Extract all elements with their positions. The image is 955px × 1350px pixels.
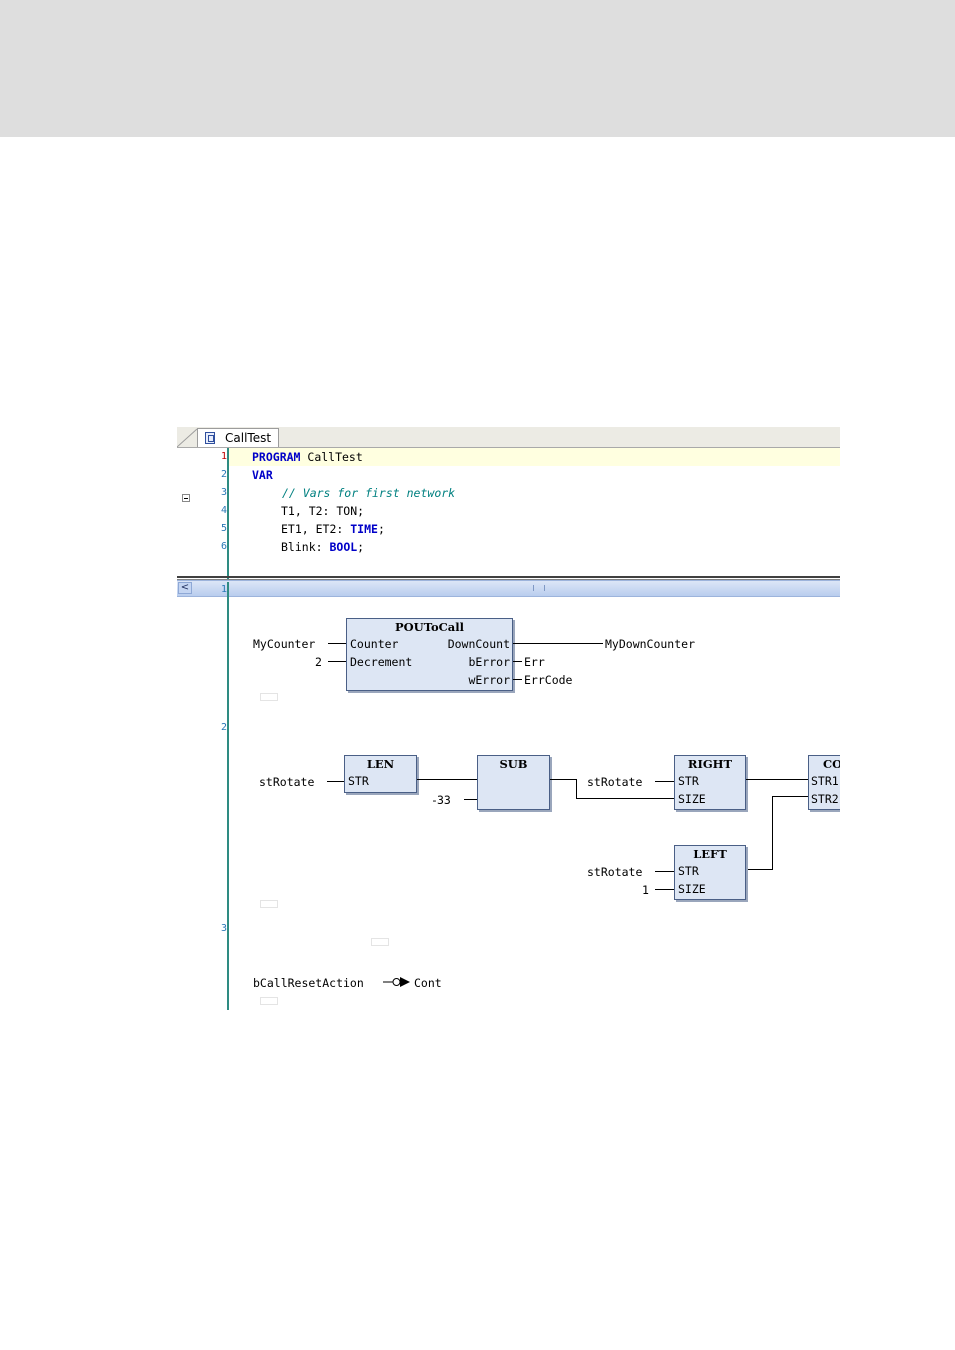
tab-strip-slope [177, 428, 198, 447]
declaration-editor[interactable]: 1 2 3 4 5 6 PROGRAM CallTest VAR // Vars… [177, 448, 840, 597]
wire [746, 779, 808, 780]
wire [464, 799, 477, 800]
code-line-6: Blink: BOOL; [281, 540, 364, 554]
pin-str[interactable]: STR [348, 774, 369, 788]
wire [655, 871, 674, 872]
input-var-strotate-left[interactable]: stRotate [587, 865, 642, 879]
line-number: 4 [220, 505, 227, 516]
pin-size[interactable]: SIZE [678, 792, 706, 806]
output-var-errcode[interactable]: ErrCode [524, 673, 572, 687]
network-number-1: 1 [220, 584, 227, 595]
wire [513, 661, 522, 662]
block-title: POUToCall [395, 620, 464, 634]
pin-downcount[interactable]: DownCount [448, 637, 510, 651]
semicolon: ; [377, 522, 385, 536]
semicolon: ; [357, 540, 365, 554]
fbd-editor[interactable]: 1 MyCounter 2 POUToCall Counter Decremen… [177, 582, 840, 1010]
identifier: Blink: [281, 540, 330, 554]
tab-calltest[interactable]: CallTest [197, 428, 279, 447]
code-editor-window: CallTest 1 2 3 4 5 6 PROGRAM CallTest VA… [177, 427, 840, 1010]
block-concat[interactable]: CON STR1 STR2 [808, 755, 840, 810]
line-number: 2 [220, 469, 227, 480]
network-number-2: 2 [220, 722, 227, 733]
pin-str[interactable]: STR [678, 864, 699, 878]
input-const-2[interactable]: 2 [315, 655, 322, 669]
pin-size[interactable]: SIZE [678, 882, 706, 896]
fbd-gutter-rule [227, 582, 229, 1010]
network-comment-box[interactable] [260, 693, 278, 701]
wire [576, 779, 577, 798]
pin-werror[interactable]: wError [468, 673, 510, 687]
wire [655, 781, 674, 782]
decl-gutter-rule [227, 448, 229, 580]
code-line-1: PROGRAM CallTest [252, 450, 363, 464]
pin-str1[interactable]: STR1 [811, 774, 839, 788]
line-number: 3 [220, 487, 227, 498]
keyword: VAR [252, 468, 273, 482]
code-line-5: ET1, ET2: TIME; [281, 522, 385, 536]
input-var-bcallresetaction[interactable]: bCallResetAction [253, 976, 364, 990]
network-comment-box[interactable] [371, 938, 389, 946]
block-title: LEN [366, 757, 395, 771]
wire [327, 781, 344, 782]
pou-document-icon [205, 432, 215, 444]
tab-label: CallTest [225, 431, 272, 445]
code-line-4: T1, T2: TON; [281, 504, 365, 518]
pin-decrement[interactable]: Decrement [350, 655, 412, 669]
wire [550, 779, 576, 780]
line-number: 1 [220, 451, 227, 462]
type-keyword: TIME [350, 522, 378, 536]
top-banner [0, 0, 955, 137]
collapse-var-icon[interactable] [182, 494, 190, 502]
input-var-strotate[interactable]: stRotate [259, 775, 314, 789]
code-line-2: VAR [252, 468, 273, 482]
block-len[interactable]: LEN STR [344, 755, 417, 793]
tab-strip: CallTest [177, 427, 840, 448]
block-title: CON [823, 757, 840, 771]
jump-target-cont[interactable]: Cont [414, 976, 442, 990]
wire [772, 796, 773, 869]
jump-arrow-icon [383, 977, 410, 987]
type-keyword: BOOL [329, 540, 358, 554]
editor-splitter[interactable] [177, 576, 840, 580]
input-const-33[interactable]: 33 [437, 793, 451, 807]
wire [772, 796, 808, 797]
wire [328, 661, 347, 662]
block-title: SUB [499, 757, 528, 771]
keyword: PROGRAM [252, 450, 301, 464]
wire [655, 889, 674, 890]
identifier: ET1, ET2: [281, 522, 351, 536]
wire [328, 643, 347, 644]
line-number: 5 [220, 523, 227, 534]
network-comment-box[interactable] [260, 997, 278, 1005]
wire [576, 798, 674, 799]
block-poutocall[interactable]: POUToCall Counter Decrement DownCount bE… [346, 618, 513, 691]
pin-counter[interactable]: Counter [350, 637, 398, 651]
output-var-err[interactable]: Err [524, 655, 545, 669]
identifier: CallTest [300, 450, 363, 464]
pin-str[interactable]: STR [678, 774, 699, 788]
network-number-3: 3 [220, 923, 227, 934]
line-number: 6 [220, 541, 227, 552]
output-var-mydowncounter[interactable]: MyDownCounter [605, 637, 695, 651]
block-title: RIGHT [687, 757, 733, 771]
pin-berror[interactable]: bError [468, 655, 510, 669]
pin-str2[interactable]: STR2 [811, 792, 839, 806]
block-right[interactable]: RIGHT STR SIZE [674, 755, 746, 810]
wire [513, 643, 603, 644]
block-sub[interactable]: SUB [477, 755, 550, 810]
input-var-mycounter[interactable]: MyCounter [253, 637, 315, 651]
wire [513, 679, 522, 680]
input-var-strotate-right[interactable]: stRotate [587, 775, 642, 789]
wire [417, 779, 477, 780]
network-comment-box[interactable] [260, 900, 278, 908]
wire [746, 869, 773, 870]
block-left[interactable]: LEFT STR SIZE [674, 845, 746, 900]
input-const-1[interactable]: 1 [642, 883, 649, 897]
code-line-3-comment: // Vars for first network [282, 486, 456, 500]
block-title: LEFT [693, 847, 727, 861]
